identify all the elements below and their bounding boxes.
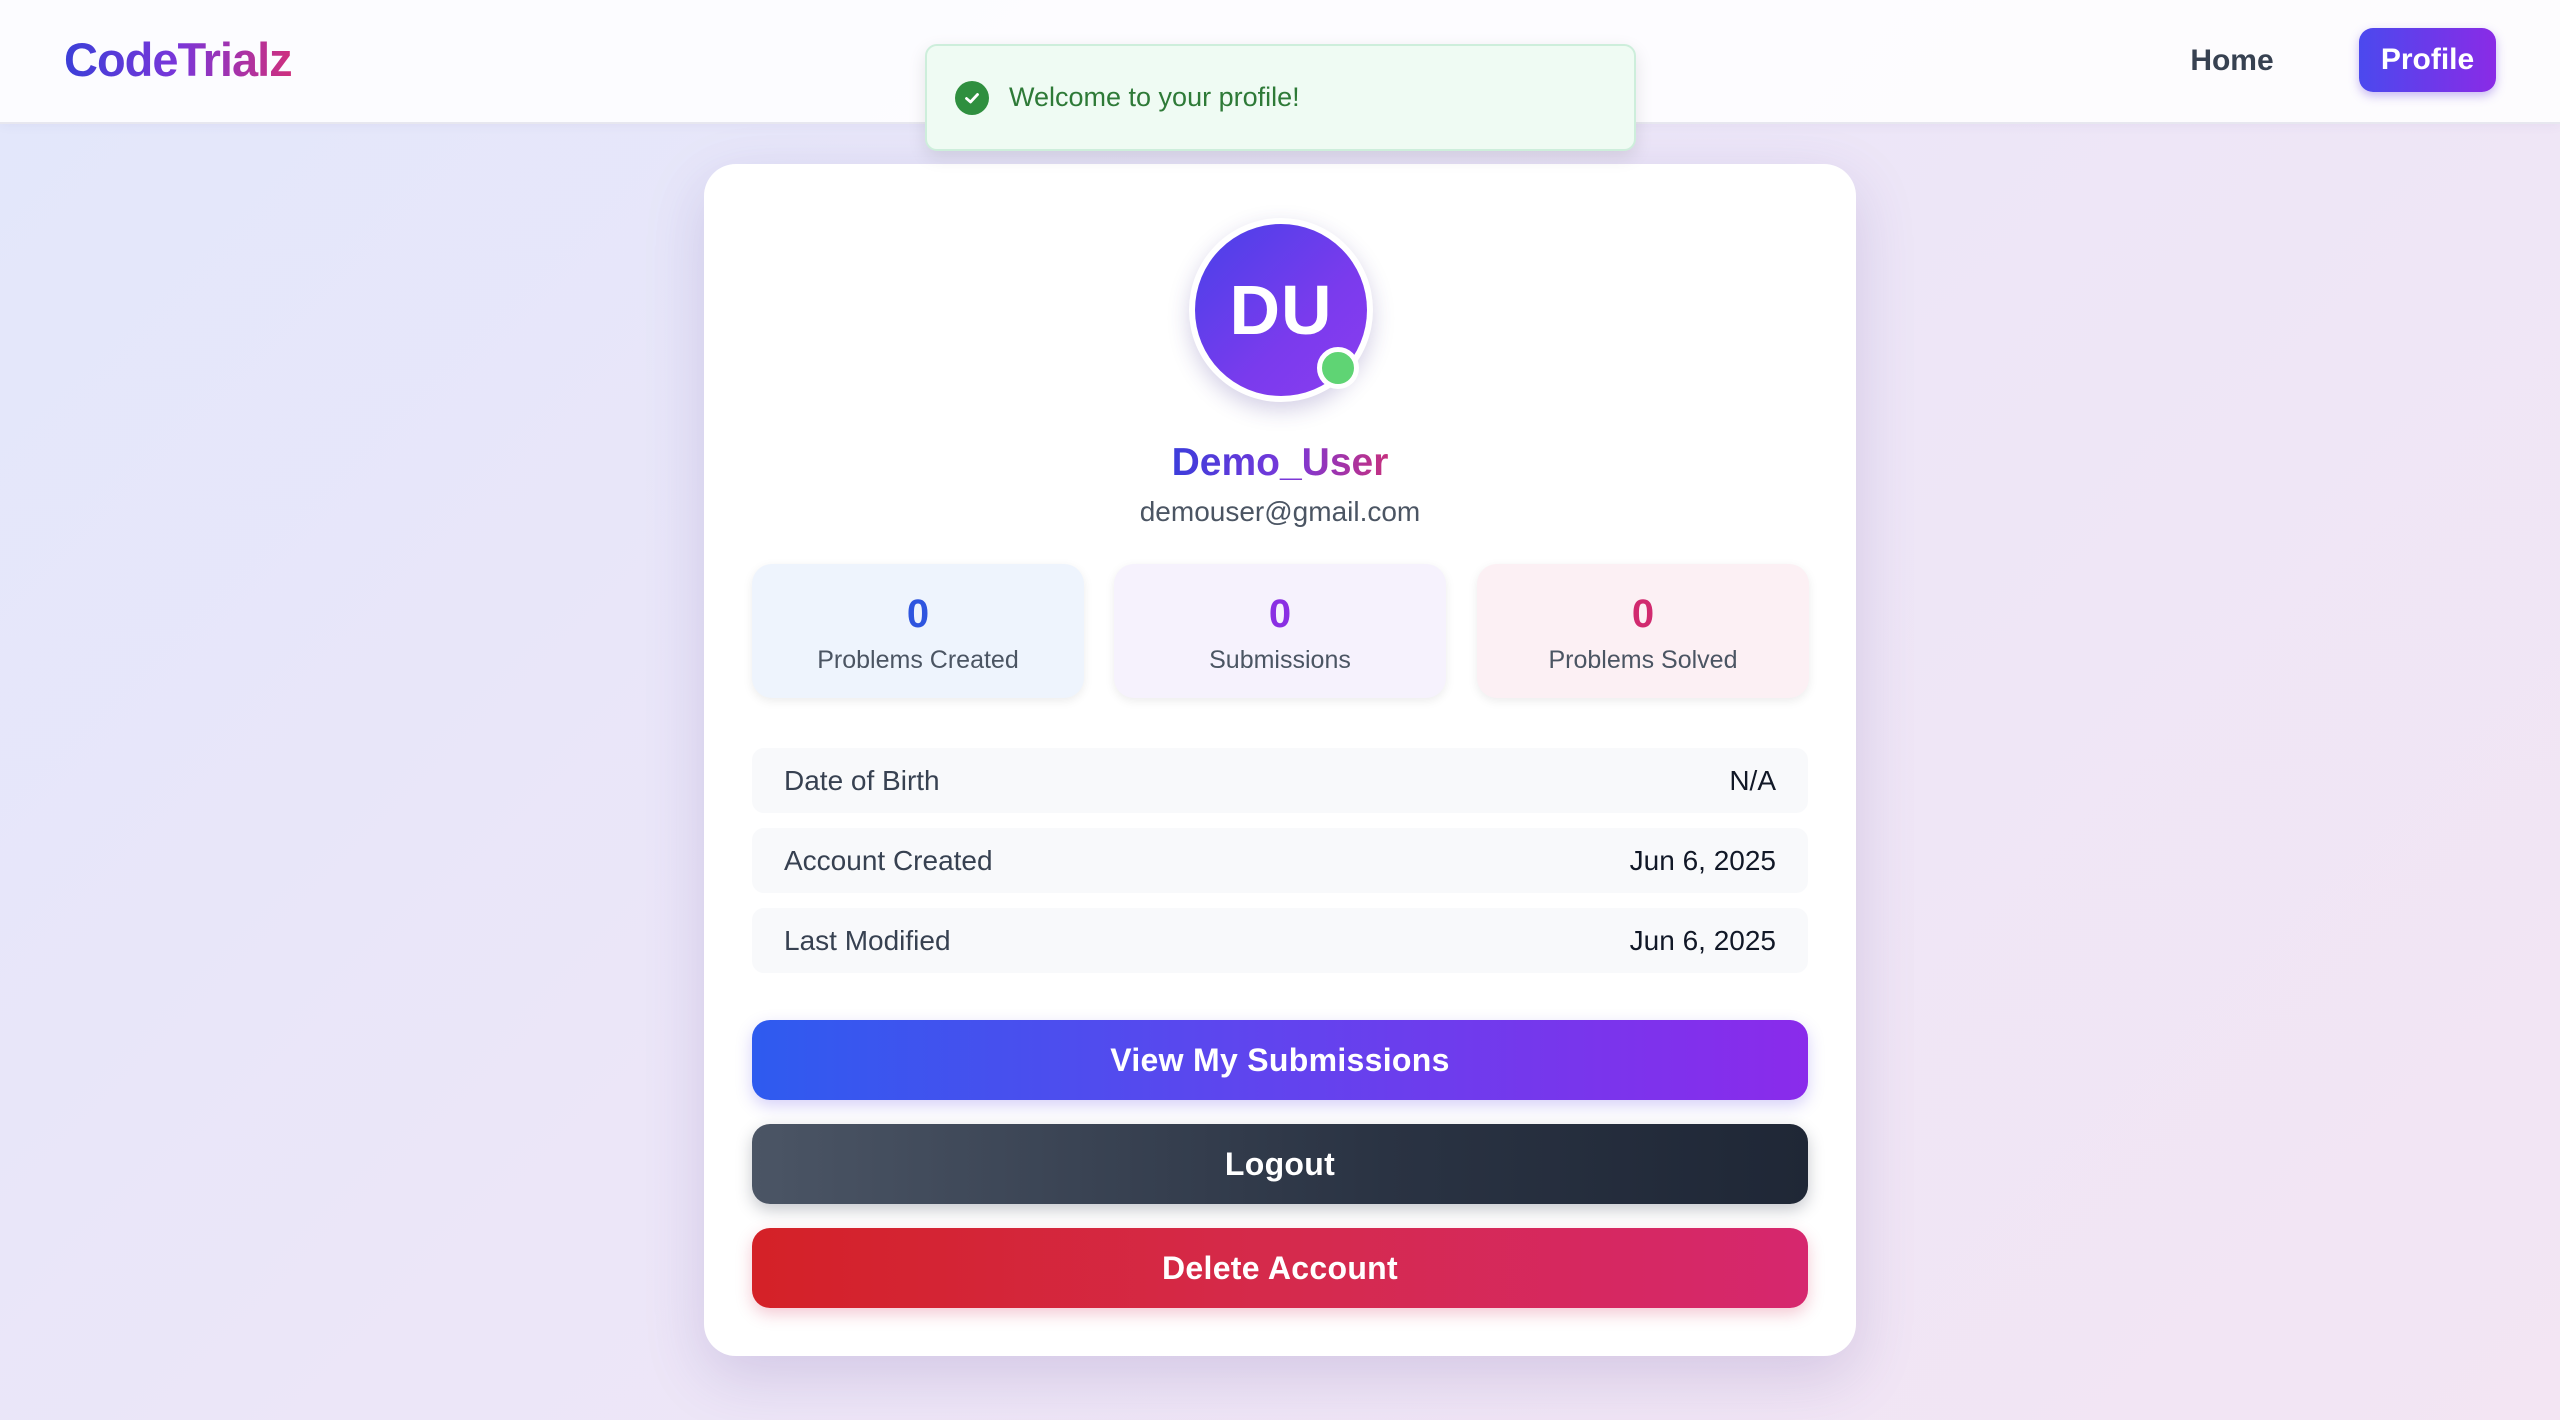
username-text: Demo_User — [1171, 441, 1389, 484]
stat-value: 0 — [906, 592, 930, 636]
stat-submissions: 0 Submissions — [1114, 564, 1446, 698]
nav-profile-button[interactable]: Profile — [2359, 28, 2496, 92]
info-row-account-created: Account Created Jun 6, 2025 — [752, 828, 1808, 893]
delete-account-button[interactable]: Delete Account — [752, 1228, 1808, 1308]
logout-button[interactable]: Logout — [752, 1124, 1808, 1204]
stat-label: Submissions — [1209, 646, 1351, 674]
profile-email: demouser@gmail.com — [1139, 496, 1421, 527]
info-label: Account Created — [784, 844, 993, 876]
stat-label: Problems Solved — [1548, 646, 1738, 674]
stat-value: 0 — [1631, 592, 1655, 636]
info-label: Last Modified — [784, 924, 951, 956]
stat-problems-created: 0 Problems Created — [752, 564, 1084, 698]
stat-label: Problems Created — [817, 646, 1019, 674]
brand-logo[interactable]: CodeTrialz — [64, 30, 293, 90]
info-value: Jun 6, 2025 — [1629, 924, 1776, 956]
info-row-last-modified: Last Modified Jun 6, 2025 — [752, 908, 1808, 973]
view-submissions-button[interactable]: View My Submissions — [752, 1020, 1808, 1100]
profile-username: Demo_User — [704, 438, 1856, 488]
welcome-toast[interactable]: Welcome to your profile! — [925, 44, 1636, 151]
stat-problems-solved: 0 Problems Solved — [1477, 564, 1809, 698]
toast-message: Welcome to your profile! — [1009, 82, 1300, 112]
info-value: Jun 6, 2025 — [1629, 844, 1776, 876]
check-circle-icon — [955, 80, 989, 115]
info-row-date-of-birth: Date of Birth N/A — [752, 748, 1808, 813]
profile-card: DU Demo_User demouser@gmail.com 0 Proble… — [704, 164, 1856, 1356]
info-value: N/A — [1729, 764, 1776, 796]
nav-home-link[interactable]: Home — [2170, 36, 2294, 86]
online-status-indicator — [1317, 347, 1359, 389]
info-label: Date of Birth — [784, 764, 940, 796]
stat-value: 0 — [1268, 592, 1292, 636]
